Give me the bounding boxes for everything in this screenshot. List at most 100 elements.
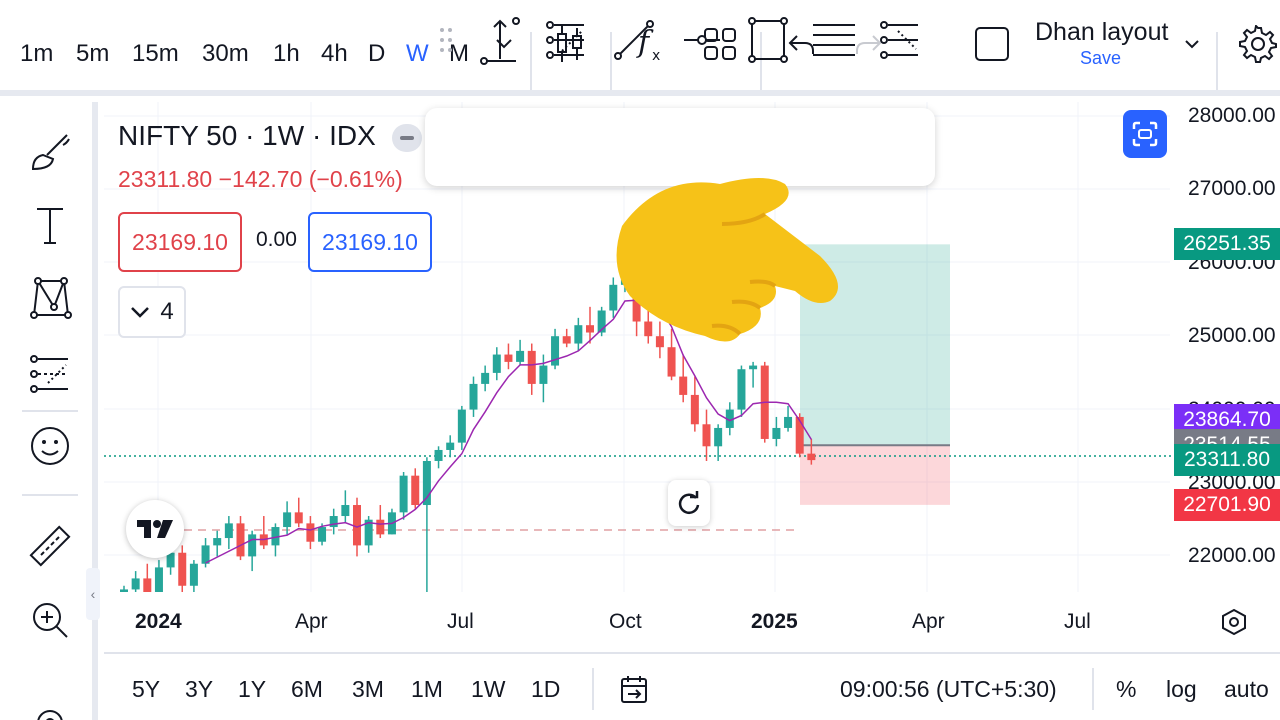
candle-body [690, 394, 699, 425]
candle-body [772, 427, 781, 439]
range-3Y[interactable]: 3Y [185, 676, 213, 703]
range-6M[interactable]: 6M [291, 676, 323, 703]
candle-body [189, 563, 198, 586]
fib-retracement-icon[interactable] [538, 12, 594, 68]
indicators-count: 4 [160, 298, 174, 325]
trend-line-icon[interactable] [606, 12, 662, 68]
candle-body [399, 475, 408, 513]
pointing-hand-icon [616, 178, 838, 342]
candle-body [586, 325, 594, 333]
candle-body [434, 449, 443, 461]
chart-settings-icon[interactable] [1218, 606, 1250, 638]
candle-body [807, 453, 816, 461]
candle-body [318, 527, 327, 542]
range-5Y[interactable]: 5Y [132, 676, 160, 703]
chevron-down-icon [131, 307, 150, 318]
candle-body [283, 512, 292, 528]
reset-chart-button[interactable] [668, 480, 710, 526]
candle-body [492, 354, 501, 373]
spread-value: 0.00 [256, 228, 297, 251]
vertical-line-icon[interactable] [472, 12, 528, 68]
drag-handle-icon[interactable] [428, 12, 464, 68]
time-axis-label: Apr [295, 610, 328, 633]
candle-body [714, 427, 723, 447]
candle-body [784, 416, 793, 428]
symbol-legend-title[interactable]: NIFTY 50 · 1W · IDX [118, 120, 376, 152]
candle-body [481, 372, 490, 384]
candle-body [737, 369, 746, 410]
legend-collapse-pill[interactable] [392, 124, 422, 152]
fullscreen-button[interactable] [1123, 110, 1167, 158]
candle-body [224, 523, 233, 539]
bottom-divider [1092, 668, 1094, 710]
candle-body [516, 350, 525, 362]
candle-body [702, 424, 711, 447]
price-axis-label: 27000.00 [1188, 177, 1276, 201]
parallel-lines-icon[interactable] [806, 12, 862, 68]
buy-button[interactable]: 23169.10 [308, 212, 432, 272]
calendar-goto-icon[interactable] [612, 668, 656, 712]
range-1M[interactable]: 1M [411, 676, 443, 703]
range-3M[interactable]: 3M [352, 676, 384, 703]
candle-body [131, 578, 140, 590]
floating-drawing-toolbar [425, 108, 935, 186]
price-axis-label: 25000.00 [1188, 324, 1276, 348]
time-axis-label: Apr [912, 610, 945, 633]
tradingview-logo[interactable] [126, 500, 184, 558]
horizontal-ray-icon[interactable] [674, 12, 730, 68]
time-axis-label: Jul [1064, 610, 1091, 633]
price-tag: 23311.80 [1174, 444, 1280, 477]
fullscreen-icon [1132, 121, 1158, 147]
time-axis-label: 2024 [135, 610, 182, 633]
price-axis-label: 22000.00 [1188, 544, 1276, 568]
tv-logo-icon [137, 520, 173, 538]
range-1D[interactable]: 1D [531, 676, 560, 703]
price-tag: 26251.35 [1174, 228, 1280, 261]
sell-button[interactable]: 23169.10 [118, 212, 242, 272]
bottom-toolbar [104, 652, 1280, 720]
range-1W[interactable]: 1W [471, 676, 506, 703]
candle-body [294, 512, 303, 524]
log-scale-toggle[interactable]: log [1166, 676, 1197, 703]
candle-body [679, 376, 688, 395]
candle-body [213, 538, 222, 546]
candle-body [248, 534, 257, 557]
range-1Y[interactable]: 1Y [238, 676, 266, 703]
candle-body [574, 325, 583, 344]
pitchfork-icon[interactable] [872, 12, 928, 68]
candle-body [527, 350, 536, 384]
candle-body [411, 475, 420, 506]
candle-body [446, 442, 455, 450]
candle-body [178, 552, 187, 586]
candle-body [120, 589, 128, 592]
time-axis-label: 2025 [751, 610, 798, 633]
candle-body [795, 416, 804, 454]
clock-timezone[interactable]: 09:00:56 (UTC+5:30) [840, 676, 1057, 703]
auto-scale-toggle[interactable]: auto [1224, 676, 1269, 703]
reset-icon [678, 491, 700, 514]
rectangle-icon[interactable] [740, 12, 796, 68]
percent-scale-toggle[interactable]: % [1116, 676, 1136, 703]
stop-zone [800, 445, 950, 505]
candle-body [306, 523, 315, 542]
candle-body [539, 365, 548, 384]
candle-body [154, 567, 163, 592]
time-axis-label: Oct [609, 610, 642, 633]
bottom-divider [592, 668, 594, 710]
candle-body [341, 505, 350, 517]
candle-body [469, 383, 478, 410]
time-axis-label: Jul [447, 610, 474, 633]
candle-body [376, 519, 385, 535]
indicators-toggle[interactable]: 4 [118, 286, 186, 338]
candle-body [749, 365, 758, 370]
candle-body [236, 523, 245, 557]
candle-body [143, 578, 152, 592]
candle-body [504, 354, 513, 362]
price-tag: 22701.90 [1174, 488, 1280, 521]
candle-body [457, 409, 466, 443]
magnet-icon[interactable] [22, 690, 78, 720]
candle-body [562, 336, 571, 344]
candle-body [667, 347, 676, 377]
symbol-legend-values: 23311.80 −142.70 (−0.61%) [118, 166, 403, 192]
price-axis-label: 28000.00 [1188, 104, 1276, 127]
